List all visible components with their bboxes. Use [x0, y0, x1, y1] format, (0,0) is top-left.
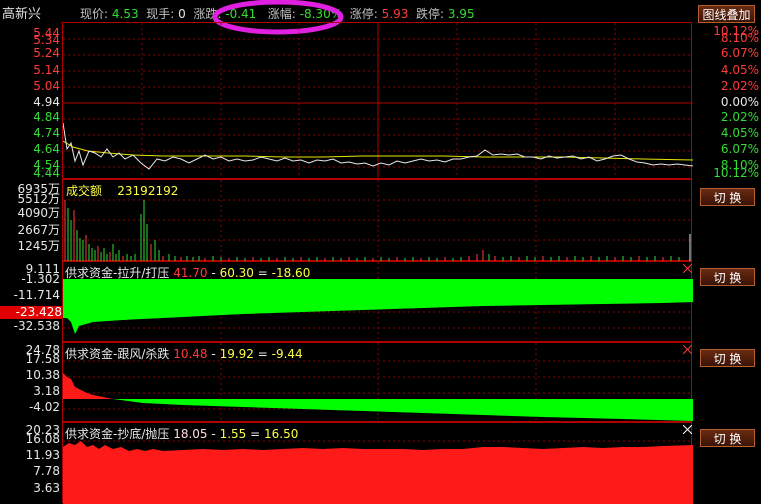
volume-axis-tick: 5512万 [17, 192, 60, 206]
ind2-switch-button[interactable]: 切 换 [700, 349, 755, 367]
ind2-v2: 19.92 [219, 347, 254, 361]
ind1-result: -18.60 [271, 266, 311, 280]
ind1-minus: - [211, 266, 216, 280]
limit-up-value: 5.93 [381, 7, 409, 21]
ind3-panel[interactable]: 供求资金-抄底/抛压 18.05 - 1.55 = 16.50 [62, 422, 693, 504]
ind2-close-icon[interactable] [683, 345, 692, 354]
ind3-v2: 1.55 [219, 427, 247, 441]
price-axis-tick: 5.24 [33, 46, 60, 60]
pct-axis-tick: 6.07% [720, 46, 759, 60]
volume-chart [63, 180, 693, 262]
limit-down-value: 3.95 [447, 7, 475, 21]
ind1-current-value-badge: -23.428 [0, 306, 62, 319]
ind2-name: 供求资金-跟风/杀跌 [65, 347, 170, 361]
ind3-switch-button[interactable]: 切 换 [700, 429, 755, 447]
price-axis-tick: 4.84 [33, 110, 60, 124]
price-axis-tick: 4.44 [33, 166, 60, 180]
volume-axis-tick: 2667万 [17, 223, 60, 237]
ind1-axis-tick: -11.714 [13, 288, 60, 302]
limit-down-label: 跌停: [415, 7, 445, 21]
pct-axis-tick: 8.10% [720, 31, 759, 45]
ind3-minus: - [211, 427, 216, 441]
pct-axis-tick: 4.05% [720, 126, 759, 140]
ind2-axis-tick: 10.38 [25, 368, 60, 382]
change-pct-label: 涨幅: [267, 7, 296, 21]
ind3-close-icon[interactable] [683, 425, 692, 434]
ind1-axis-tick: -32.538 [13, 319, 60, 333]
volume-chart-panel[interactable]: 成交额 23192192 [62, 179, 693, 262]
pct-axis-tick: 10.12% [713, 166, 759, 180]
ind1-eq: = [257, 266, 268, 280]
price-axis-tick: 4.64 [33, 142, 60, 156]
price-axis-tick: 5.14 [33, 63, 60, 77]
ind1-title: 供求资金-拉升/打压 41.70 - 60.30 = -18.60 [65, 264, 310, 281]
price-axis-tick: 5.04 [33, 79, 60, 93]
volume-axis-tick: 4090万 [17, 206, 60, 220]
ind2-axis-tick: 17.58 [25, 352, 60, 366]
pct-axis-tick: 6.07% [720, 142, 759, 156]
ind3-title: 供求资金-抄底/抛压 18.05 - 1.55 = 16.50 [65, 425, 298, 442]
ind3-result: 16.50 [264, 427, 299, 441]
ind2-v1: 10.48 [173, 347, 208, 361]
overlay-button[interactable]: 图线叠加 [698, 5, 755, 23]
ind3-axis-tick: 11.93 [25, 448, 60, 462]
ind2-panel[interactable]: 供求资金-跟风/杀跌 10.48 - 19.92 = -9.44 [62, 342, 693, 423]
pct-axis-tick: 4.05% [720, 63, 759, 77]
change-pct-value: -8.30% [299, 7, 343, 21]
quote-fields: 现价: 4.53 现手: 0 涨跌: -0.41 涨幅: -8.30% 涨停: … [80, 5, 475, 22]
volume-label: 现手: [146, 7, 175, 21]
price-label: 现价: [80, 7, 109, 21]
change-value: -0.41 [225, 7, 257, 21]
ind1-close-icon[interactable] [683, 264, 692, 273]
ind2-eq: = [257, 347, 268, 361]
ind3-eq: = [250, 427, 261, 441]
ind1-name: 供求资金-拉升/打压 [65, 266, 170, 280]
ind2-result: -9.44 [271, 347, 303, 361]
price-axis-tick: 4.94 [33, 95, 60, 109]
ind2-axis-tick: 3.18 [33, 384, 60, 398]
ind3-axis-tick: 16.08 [25, 432, 60, 446]
ind1-panel[interactable]: 供求资金-拉升/打压 41.70 - 60.30 = -18.60 [62, 261, 693, 343]
ind3-v1: 18.05 [173, 427, 208, 441]
ind3-name: 供求资金-抄底/抛压 [65, 427, 170, 441]
limit-up-label: 涨停: [349, 7, 378, 21]
volume-switch-button[interactable]: 切 换 [700, 188, 755, 206]
price-chart [63, 23, 693, 180]
ind3-axis-tick: 7.78 [33, 464, 60, 478]
ind1-v1: 41.70 [173, 266, 208, 280]
pct-axis-tick: 2.02% [720, 110, 759, 124]
ind2-axis-tick: -4.02 [28, 400, 60, 414]
price-value: 4.53 [111, 7, 139, 21]
ind2-minus: - [211, 347, 216, 361]
stock-name[interactable]: 高新兴 [2, 3, 41, 22]
ind1-axis-tick: -1.302 [21, 272, 60, 286]
volume-axis-tick: 1245万 [17, 239, 60, 253]
price-chart-panel[interactable] [62, 22, 693, 180]
volume-value: 0 [178, 7, 186, 21]
pct-axis-tick: 2.02% [720, 79, 759, 93]
pct-axis-tick: 0.00% [720, 95, 759, 109]
ind3-axis-tick: 3.63 [33, 481, 60, 495]
price-axis-tick: 5.34 [33, 33, 60, 47]
quote-bar: 高新兴 现价: 4.53 现手: 0 涨跌: -0.41 涨幅: -8.30% … [0, 0, 761, 35]
ind1-switch-button[interactable]: 切 换 [700, 268, 755, 286]
price-axis-tick: 4.74 [33, 126, 60, 140]
ind1-v2: 60.30 [219, 266, 254, 280]
ind2-title: 供求资金-跟风/杀跌 10.48 - 19.92 = -9.44 [65, 345, 303, 362]
change-label: 涨跌: [193, 7, 222, 21]
